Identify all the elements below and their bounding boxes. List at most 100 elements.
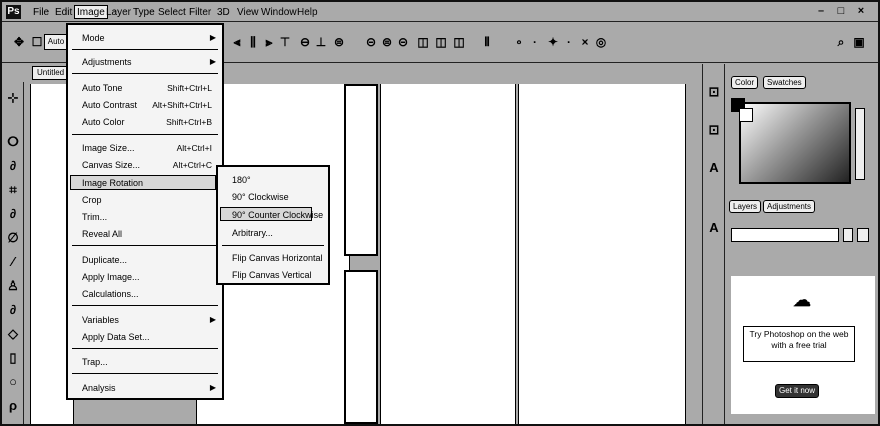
menu-item-calculations[interactable]: Calculations... (82, 287, 139, 301)
distribute-icon[interactable]: ⊜ (332, 35, 346, 49)
submenu-item-180[interactable]: 180° (232, 173, 251, 187)
move-tool-icon[interactable]: ⊹ (5, 90, 21, 106)
history-panel-icon[interactable]: ⊡ (706, 84, 722, 100)
menu-item-apply-data-set[interactable]: Apply Data Set... (82, 330, 150, 344)
menu-file[interactable]: File (30, 5, 52, 19)
distribute-right-icon[interactable]: ◫ (452, 35, 466, 49)
menu-item-canvas-size[interactable]: Canvas Size... (82, 158, 140, 172)
menu-item-mode[interactable]: Mode (82, 31, 105, 45)
close-icon[interactable]: × (854, 5, 868, 19)
menu-item-image-rotation[interactable]: Image Rotation (82, 176, 143, 190)
3d-slide-icon[interactable]: · (562, 35, 576, 49)
eyedropper-tool-icon[interactable]: ∂ (5, 206, 21, 222)
3d-drag-icon[interactable]: ✦ (546, 35, 560, 49)
distribute-bottom-icon[interactable]: ⊝ (396, 35, 410, 49)
align-bottom-icon[interactable]: ⊥ (314, 35, 328, 49)
paragraph-panel-icon[interactable]: A (706, 220, 722, 236)
history-brush-tool-icon[interactable]: ∂ (5, 302, 21, 318)
3d-scale-icon[interactable]: × (578, 35, 592, 49)
tab-color[interactable]: Color (731, 76, 759, 89)
3d-rotate-icon[interactable]: ∘ (512, 35, 526, 49)
align-center-icon[interactable]: ⫼ (246, 35, 260, 49)
menu-item-auto-tone[interactable]: Auto Tone (82, 81, 122, 95)
canvas-page-2 (380, 84, 516, 424)
submenu-item-flip-vertical[interactable]: Flip Canvas Vertical (232, 268, 312, 282)
submenu-item-flip-horizontal[interactable]: Flip Canvas Horizontal (232, 251, 323, 265)
minimize-icon[interactable]: – (814, 5, 828, 19)
eraser-tool-icon[interactable]: ◇ (5, 326, 21, 342)
submenu-arrow-icon: ▶ (209, 57, 216, 66)
distribute-left-icon[interactable]: ◫ (416, 35, 430, 49)
layer-filter-button[interactable] (843, 228, 853, 242)
layer-filter-toggle[interactable] (857, 228, 869, 242)
quick-select-tool-icon[interactable]: ∂ (5, 158, 21, 174)
app-logo-icon: Ps (6, 5, 21, 19)
submenu-item-arbitrary[interactable]: Arbitrary... (232, 226, 273, 240)
submenu-item-90-cw[interactable]: 90° Clockwise (232, 190, 289, 204)
distribute-top-icon[interactable]: ⊝ (364, 35, 378, 49)
3d-roll-icon[interactable]: · (528, 35, 542, 49)
search-icon[interactable]: ⌕ (834, 35, 848, 49)
blur-tool-icon[interactable]: ○ (5, 374, 21, 390)
align-middle-icon[interactable]: ⊖ (298, 35, 312, 49)
panel-icon-strip: ⊡ ⊡ A A (703, 64, 725, 424)
menu-item-analysis[interactable]: Analysis (82, 381, 116, 395)
menu-item-trim[interactable]: Trim... (82, 210, 107, 224)
menu-item-auto-color[interactable]: Auto Color (82, 115, 125, 129)
menu-item-reveal-all[interactable]: Reveal All (82, 227, 122, 241)
brush-tool-icon[interactable]: ∕ (5, 254, 21, 270)
shortcut-canvas-size: Alt+Ctrl+C (172, 160, 212, 170)
cloud-icon: ☁ (793, 290, 811, 310)
menu-item-apply-image[interactable]: Apply Image... (82, 270, 140, 284)
healing-brush-tool-icon[interactable]: ∅ (5, 230, 21, 246)
gradient-tool-icon[interactable]: ▯ (5, 350, 21, 366)
color-picker-field[interactable] (739, 102, 851, 184)
dodge-tool-icon[interactable]: ρ (5, 398, 21, 414)
menu-item-auto-contrast[interactable]: Auto Contrast (82, 98, 137, 112)
menu-type[interactable]: Type (130, 5, 158, 19)
menu-select[interactable]: Select (155, 5, 189, 19)
auto-select-button[interactable]: Auto (44, 34, 68, 50)
auto-select-checkbox-icon[interactable]: ☐ (30, 35, 44, 49)
distribute-center-icon[interactable]: ⊜ (380, 35, 394, 49)
tools-panel: ⊹ ⵔ ∂ ⌗ ∂ ∅ ∕ ♙ ∂ ◇ ▯ ○ ρ (2, 64, 24, 424)
maximize-icon[interactable]: □ (834, 5, 848, 19)
menu-separator (72, 373, 218, 374)
distribute-hcenter-icon[interactable]: ◫ (434, 35, 448, 49)
get-it-now-button[interactable]: Get it now (775, 384, 820, 398)
menu-edit[interactable]: Edit (52, 5, 75, 19)
promo-text: Try Photoshop on the web with a free tri… (743, 326, 855, 362)
menu-3d[interactable]: 3D (214, 5, 233, 19)
align-left-icon[interactable]: ⫷ (230, 35, 244, 49)
tab-layers[interactable]: Layers (729, 200, 762, 213)
character-panel-icon[interactable]: A (706, 160, 722, 176)
menu-item-crop[interactable]: Crop (82, 193, 102, 207)
lasso-tool-icon[interactable]: ⵔ (5, 134, 21, 150)
stamp-tool-icon[interactable]: ♙ (5, 278, 21, 294)
tab-adjustments[interactable]: Adjustments (763, 200, 816, 213)
menu-help[interactable]: Help (294, 5, 321, 19)
menu-item-duplicate[interactable]: Duplicate... (82, 253, 127, 267)
background-color-swatch[interactable] (739, 108, 753, 122)
hue-slider[interactable] (855, 108, 865, 180)
shortcut-auto-color: Shift+Ctrl+B (166, 117, 212, 127)
auto-align-icon[interactable]: ⫴ (480, 35, 494, 49)
move-arrows-icon[interactable]: ✥ (12, 35, 26, 49)
menu-filter[interactable]: Filter (186, 5, 214, 19)
document-tab[interactable]: Untitled (32, 66, 70, 80)
submenu-item-90-ccw[interactable]: 90° Counter Clockwise (232, 208, 323, 222)
crop-tool-icon[interactable]: ⌗ (5, 182, 21, 198)
layer-filter-input[interactable] (731, 228, 839, 242)
menu-separator (222, 245, 324, 246)
workspace-icon[interactable]: ▣ (852, 35, 866, 49)
menu-item-trap[interactable]: Trap... (82, 355, 108, 369)
align-right-icon[interactable]: ⫸ (262, 35, 276, 49)
menu-item-image-size[interactable]: Image Size... (82, 141, 135, 155)
properties-panel-icon[interactable]: ⊡ (706, 122, 722, 138)
3d-camera-icon[interactable]: ◎ (594, 35, 608, 49)
align-top-icon[interactable]: ⊤ (278, 35, 292, 49)
menu-bar: Ps File Edit Image Layer Type Select Fil… (2, 2, 878, 22)
menu-item-adjustments[interactable]: Adjustments (82, 55, 132, 69)
tab-swatches[interactable]: Swatches (763, 76, 806, 89)
menu-item-variables[interactable]: Variables (82, 313, 119, 327)
